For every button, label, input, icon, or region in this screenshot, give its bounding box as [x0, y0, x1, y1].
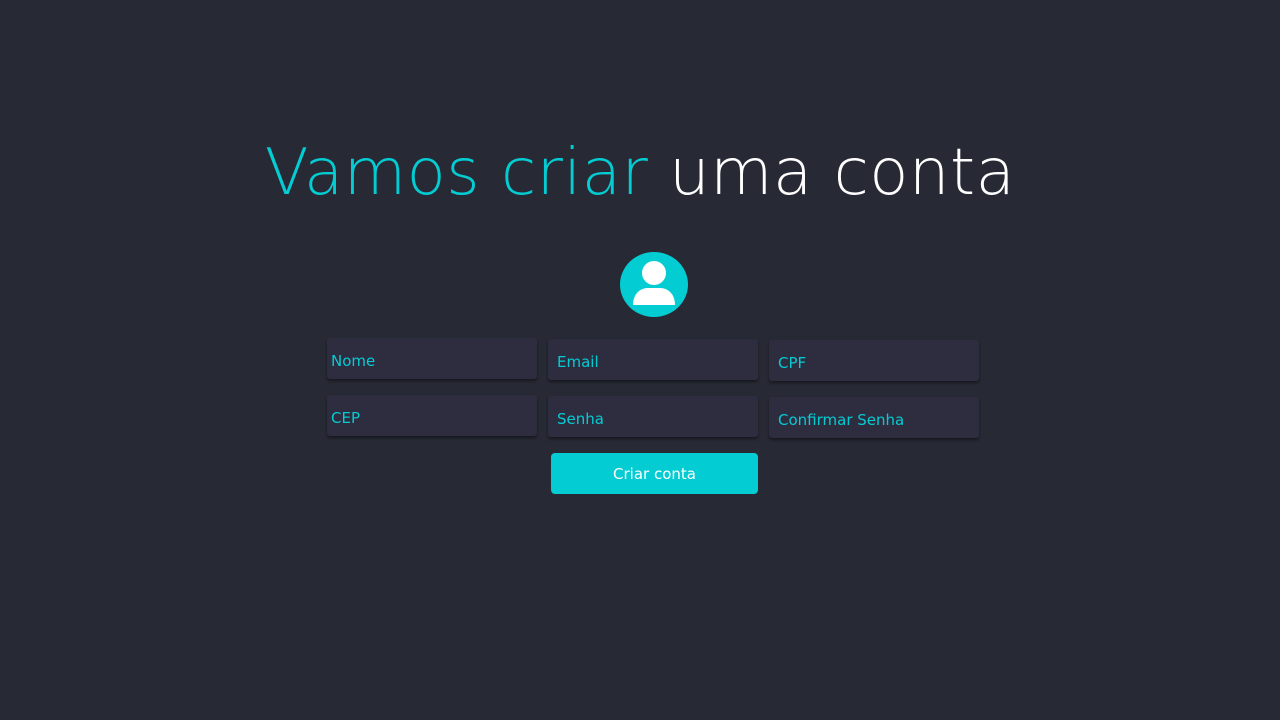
page-title-accent: Vamos criar — [264, 136, 649, 210]
email-field[interactable] — [548, 339, 758, 380]
cep-field[interactable] — [327, 395, 537, 436]
email-field-box — [548, 339, 758, 380]
page-title-plain: uma conta — [669, 136, 1016, 210]
user-avatar — [620, 252, 688, 317]
criar-conta-button[interactable]: Criar conta — [551, 453, 758, 494]
nome-field-box — [327, 338, 537, 379]
senha-field[interactable] — [548, 396, 758, 437]
senha-field-box — [548, 396, 758, 437]
confirmar-senha-field[interactable] — [769, 397, 979, 438]
user-icon — [633, 261, 675, 305]
nome-field[interactable] — [327, 338, 537, 379]
cpf-field[interactable] — [769, 340, 979, 381]
page-title: Vamos criar uma conta — [0, 134, 1280, 212]
confirmar-senha-field-box — [769, 397, 979, 438]
cpf-field-box — [769, 340, 979, 381]
signup-page: Vamos criar uma conta Criar conta — [0, 0, 1280, 720]
cep-field-box — [327, 395, 537, 436]
